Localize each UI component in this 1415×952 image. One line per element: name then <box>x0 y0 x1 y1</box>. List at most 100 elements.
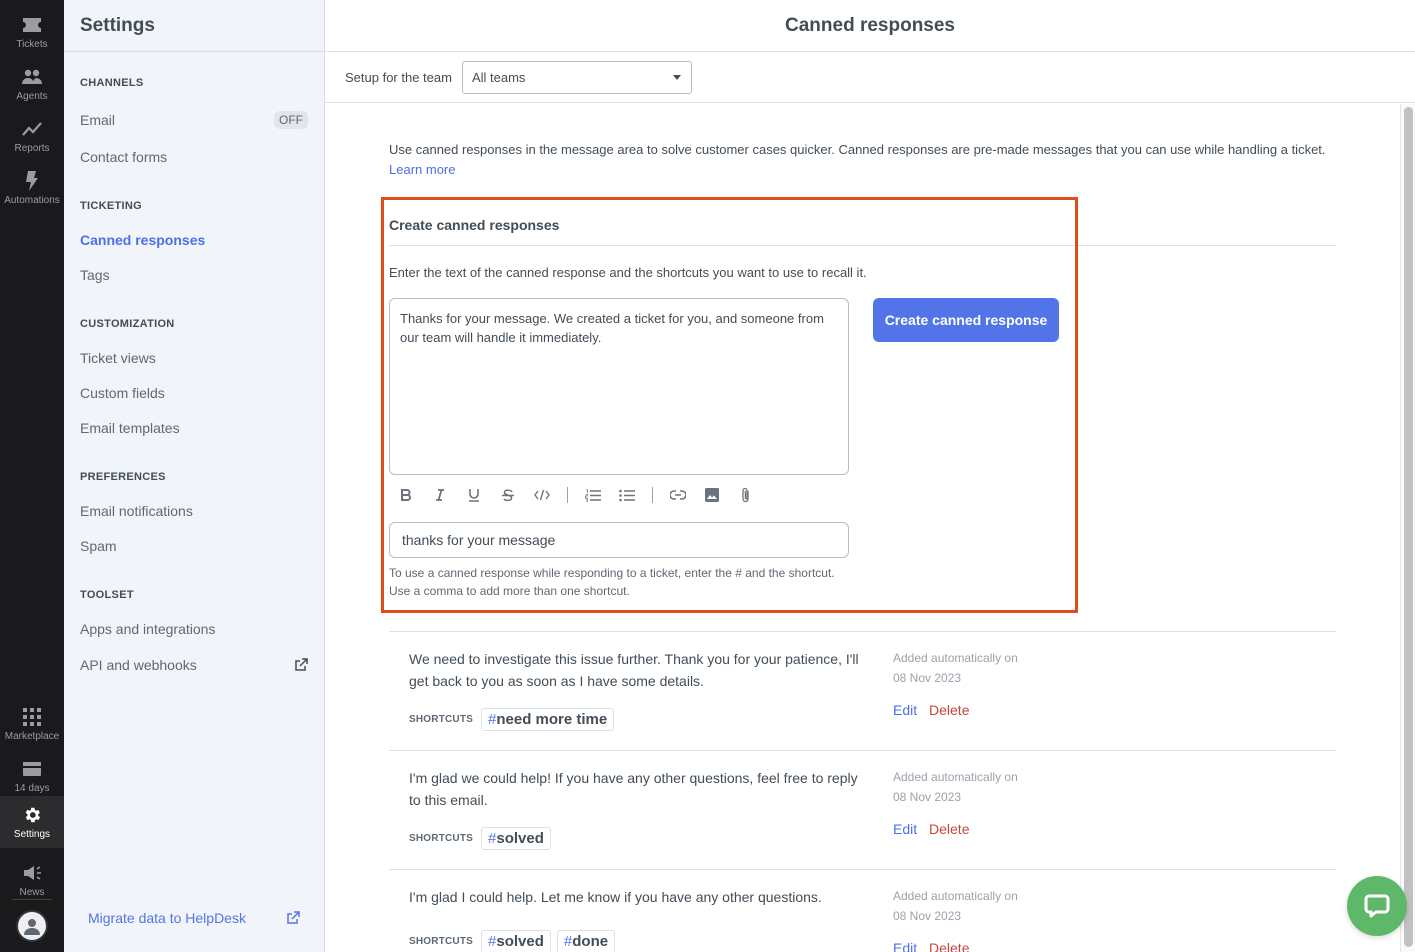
sidebar-item-tags[interactable]: Tags <box>80 267 308 283</box>
rail-item-automations[interactable]: Automations <box>0 162 64 214</box>
sidebar-item-email[interactable]: Email OFF <box>80 111 308 129</box>
divider <box>389 750 1336 751</box>
avatar[interactable] <box>16 910 48 942</box>
reports-icon <box>21 118 43 140</box>
rail-item-reports[interactable]: Reports <box>0 110 64 162</box>
section-toolset: TOOLSET <box>80 589 134 601</box>
toolbar-separator <box>652 487 653 503</box>
gear-icon <box>21 804 43 826</box>
bullet-list-icon[interactable] <box>616 484 638 506</box>
divider <box>389 245 1336 246</box>
sidebar-item-label: Tags <box>80 267 110 283</box>
response-actions: Edit Delete <box>893 702 969 718</box>
rail-label: Agents <box>16 91 48 102</box>
rail-label: News <box>19 887 45 898</box>
rail-label: Settings <box>13 829 51 840</box>
shortcut-tag: #need more time <box>481 708 615 731</box>
team-label: Setup for the team <box>345 69 452 85</box>
divider <box>389 631 1336 632</box>
sidebar-item-api-webhooks[interactable]: API and webhooks <box>80 657 308 673</box>
rail-label: Marketplace <box>4 731 60 742</box>
sidebar-item-label: Spam <box>80 538 117 554</box>
rail-item-trial[interactable]: 14 days <box>0 750 64 802</box>
rail-item-agents[interactable]: Agents <box>0 58 64 110</box>
migrate-label: Migrate data to HelpDesk <box>88 910 246 926</box>
link-icon[interactable] <box>667 484 689 506</box>
code-icon[interactable] <box>531 484 553 506</box>
user-icon <box>24 919 40 935</box>
sidebar-item-contact-forms[interactable]: Contact forms <box>80 149 308 165</box>
shortcuts-label: SHORTCUTS <box>409 714 474 725</box>
sidebar-item-label: Ticket views <box>80 350 156 366</box>
rail-divider <box>12 899 52 900</box>
learn-more-link[interactable]: Learn more <box>389 162 455 177</box>
migrate-data-link[interactable]: Migrate data to HelpDesk <box>88 910 300 926</box>
team-select-value: All teams <box>471 69 526 85</box>
rail-item-settings[interactable]: Settings <box>0 796 64 848</box>
section-channels: CHANNELS <box>80 77 144 89</box>
attachment-icon[interactable] <box>735 484 757 506</box>
italic-icon[interactable] <box>429 484 451 506</box>
sidebar-item-label: Email templates <box>80 420 180 436</box>
shortcut-tag: #done <box>556 930 616 952</box>
response-actions: Edit Delete <box>893 940 969 952</box>
intro-body: Use canned responses in the message area… <box>389 142 1326 157</box>
scrollbar[interactable] <box>1400 104 1415 952</box>
edit-link[interactable]: Edit <box>893 940 917 952</box>
delete-link[interactable]: Delete <box>929 821 969 837</box>
delete-link[interactable]: Delete <box>929 940 969 952</box>
shortcuts-row: SHORTCUTS #solved <box>409 827 557 850</box>
image-icon[interactable] <box>701 484 723 506</box>
main-panel: Canned responses Setup for the team All … <box>325 0 1415 952</box>
create-canned-response-button[interactable]: Create canned response <box>873 298 1059 342</box>
scroll-thumb[interactable] <box>1404 107 1413 947</box>
team-select[interactable]: All teams <box>461 60 692 94</box>
sidebar-item-canned-responses[interactable]: Canned responses <box>80 232 308 248</box>
agents-icon <box>21 66 43 88</box>
sidebar-item-spam[interactable]: Spam <box>80 538 308 554</box>
shortcut-tag: #solved <box>481 930 551 952</box>
section-preferences: PREFERENCES <box>80 471 166 483</box>
sidebar-item-label: Custom fields <box>80 385 165 401</box>
sidebar-item-email-templates[interactable]: Email templates <box>80 420 308 436</box>
chat-widget-button[interactable] <box>1347 876 1407 936</box>
content-scroll-area: Use canned responses in the message area… <box>325 104 1400 952</box>
page-title: Canned responses <box>325 0 1415 52</box>
rail-item-tickets[interactable]: Tickets <box>0 6 64 58</box>
lightning-icon <box>21 170 43 192</box>
rail-item-marketplace[interactable]: Marketplace <box>0 698 64 750</box>
sidebar-item-label: Apps and integrations <box>80 621 216 637</box>
sidebar-item-apps-integrations[interactable]: Apps and integrations <box>80 621 308 637</box>
icon-rail: Tickets Agents Reports Automations Marke… <box>0 0 64 952</box>
ordered-list-icon[interactable] <box>582 484 604 506</box>
shortcuts-row: SHORTCUTS #need more time <box>409 708 620 731</box>
sidebar-item-custom-fields[interactable]: Custom fields <box>80 385 308 401</box>
edit-link[interactable]: Edit <box>893 702 917 718</box>
rail-label: Tickets <box>16 39 48 50</box>
chat-bubble-icon <box>1364 894 1390 918</box>
toolbar-separator <box>567 487 568 503</box>
shortcut-input[interactable]: thanks for your message <box>389 522 849 558</box>
shortcuts-label: SHORTCUTS <box>409 936 474 947</box>
underline-icon[interactable] <box>463 484 485 506</box>
sidebar-item-ticket-views[interactable]: Ticket views <box>80 350 308 366</box>
response-meta: Added automatically on 08 Nov 2023 <box>893 651 1018 685</box>
shortcuts-row: SHORTCUTS #solved #done <box>409 930 621 952</box>
response-editor[interactable]: Thanks for your message. We created a ti… <box>389 298 849 475</box>
sidebar-item-label: API and webhooks <box>80 657 197 673</box>
create-section-title: Create canned responses <box>389 217 560 233</box>
delete-link[interactable]: Delete <box>929 702 969 718</box>
bold-icon[interactable] <box>395 484 417 506</box>
rail-label: Automations <box>4 195 60 206</box>
settings-sidebar: Settings CHANNELS Email OFF Contact form… <box>64 0 325 952</box>
response-text: We need to investigate this issue furthe… <box>409 651 859 689</box>
strikethrough-icon[interactable] <box>497 484 519 506</box>
response-meta: Added automatically on 08 Nov 2023 <box>893 770 1018 804</box>
shortcuts-label: SHORTCUTS <box>409 833 474 844</box>
rail-label: Reports <box>14 143 50 154</box>
sidebar-item-label: Canned responses <box>80 232 206 248</box>
sidebar-item-label: Email <box>80 112 116 128</box>
edit-link[interactable]: Edit <box>893 821 917 837</box>
card-icon <box>21 758 43 780</box>
sidebar-item-email-notifications[interactable]: Email notifications <box>80 503 308 519</box>
